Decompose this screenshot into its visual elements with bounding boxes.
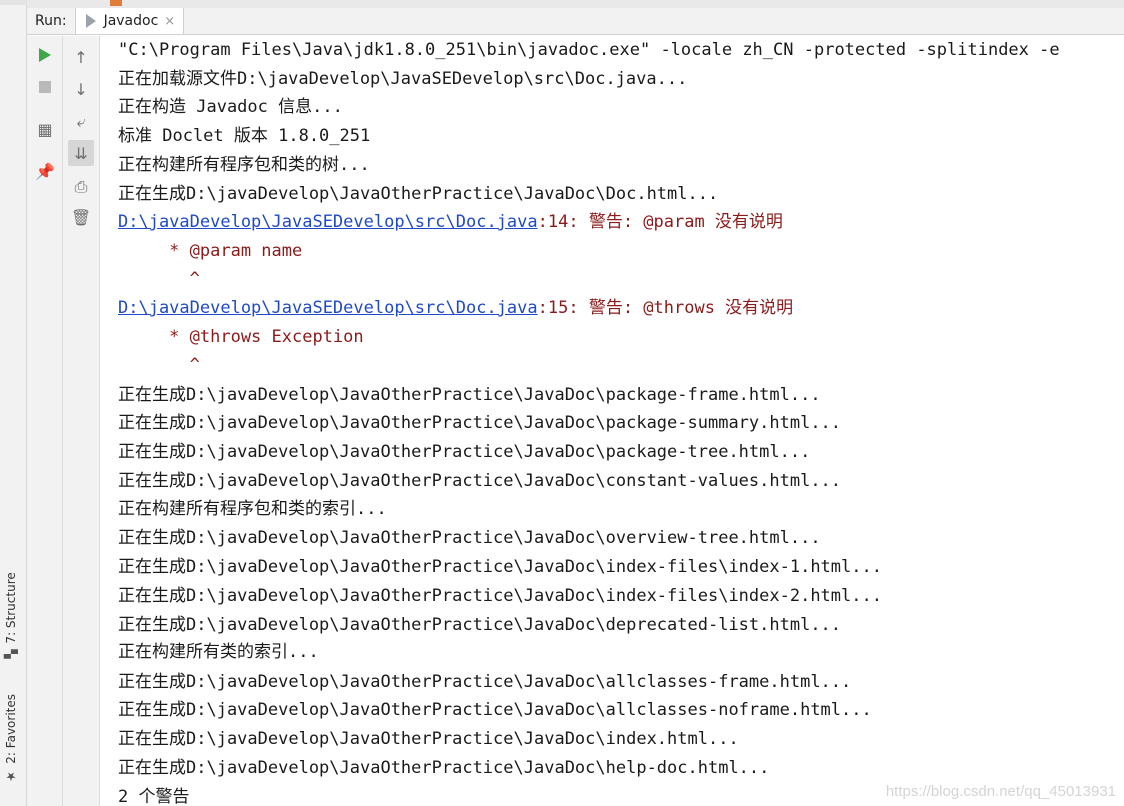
watermark: https://blog.csdn.net/qq_45013931 (885, 783, 1116, 800)
scroll-to-end-button[interactable]: ⇊ (68, 140, 94, 166)
console-line: 正在生成D:\javaDevelop\JavaOtherPractice\Jav… (118, 700, 872, 720)
console-line: 正在生成D:\javaDevelop\JavaOtherPractice\Jav… (118, 758, 770, 778)
run-config-icon (85, 14, 96, 28)
console-line: 正在生成D:\javaDevelop\JavaOtherPractice\Jav… (118, 586, 882, 606)
warning-line: D:\javaDevelop\JavaSEDevelop\src\Doc.jav… (118, 212, 783, 232)
soft-wrap-button[interactable]: ⤶ (68, 109, 94, 135)
star-icon: ★ (4, 769, 18, 784)
scroll-down-button[interactable]: ↓ (68, 76, 94, 102)
console-line: 正在构建所有程序包和类的索引... (118, 499, 387, 519)
warning-caret: ^ (118, 269, 200, 289)
print-icon: ⎙ (74, 177, 88, 196)
console-line: 2 个警告 (118, 787, 190, 806)
scroll-up-button[interactable]: ↑ (68, 44, 94, 70)
console-line: 正在生成D:\javaDevelop\JavaOtherPractice\Jav… (118, 184, 719, 204)
console-line: 正在构建所有程序包和类的树... (118, 155, 370, 175)
run-label: Run: (35, 13, 67, 29)
top-window-bar (27, 0, 1124, 8)
console-output[interactable]: "C:\Program Files\Java\jdk1.8.0_251\bin\… (100, 36, 1124, 806)
clear-button[interactable]: 🗑 (68, 204, 94, 230)
console-line: 正在生成D:\javaDevelop\JavaOtherPractice\Jav… (118, 557, 882, 577)
console-line: 正在生成D:\javaDevelop\JavaOtherPractice\Jav… (118, 729, 739, 749)
strip-top-tab (0, 0, 27, 5)
pin-icon: 📌 (35, 161, 55, 181)
console-line: 正在构建所有类的索引... (118, 642, 319, 662)
close-icon[interactable]: × (164, 14, 175, 29)
console-line: 正在构造 Javadoc 信息... (118, 97, 343, 117)
warning-text: :15: 警告: @throws 没有说明 (537, 298, 794, 318)
favorites-tool-tab[interactable]: ★ 2: Favorites (4, 694, 18, 784)
structure-tool-tab[interactable]: ▚ 7: Structure (4, 572, 18, 659)
console-line: 正在生成D:\javaDevelop\JavaOtherPractice\Jav… (118, 528, 821, 548)
arrow-up-icon: ↑ (74, 47, 88, 67)
warning-detail: * @param name (118, 241, 303, 261)
console-line: 正在生成D:\javaDevelop\JavaOtherPractice\Jav… (118, 442, 811, 462)
console-line: 正在生成D:\javaDevelop\JavaOtherPractice\Jav… (118, 471, 842, 491)
trash-icon: 🗑 (70, 207, 92, 227)
warning-line: D:\javaDevelop\JavaSEDevelop\src\Doc.jav… (118, 298, 793, 318)
console-line: 正在加载源文件D:\javaDevelop\JavaSEDevelop\src\… (118, 69, 688, 89)
left-tool-strip: ▚ 7: Structure ★ 2: Favorites (0, 0, 27, 806)
print-button[interactable]: ⎙ (68, 174, 94, 200)
tab-javadoc-label: Javadoc (103, 13, 159, 29)
play-icon (39, 48, 51, 62)
run-toolbar-primary: ▦ 📌 (27, 36, 63, 806)
rerun-button[interactable] (32, 42, 58, 68)
structure-icon: ▚ (4, 649, 18, 659)
source-link[interactable]: D:\javaDevelop\JavaSEDevelop\src\Doc.jav… (118, 212, 538, 232)
tab-javadoc[interactable]: Javadoc × (74, 8, 185, 34)
console-line: 正在生成D:\javaDevelop\JavaOtherPractice\Jav… (118, 672, 852, 692)
console-line: 正在生成D:\javaDevelop\JavaOtherPractice\Jav… (118, 413, 842, 433)
pin-button[interactable]: 📌 (32, 158, 58, 184)
layout-icon: ▦ (37, 119, 53, 139)
layout-button[interactable]: ▦ (32, 116, 58, 142)
console-line: 正在生成D:\javaDevelop\JavaOtherPractice\Jav… (118, 615, 842, 635)
stop-button[interactable] (32, 74, 58, 100)
console-line: 正在生成D:\javaDevelop\JavaOtherPractice\Jav… (118, 385, 821, 405)
warning-caret: ^ (118, 355, 200, 375)
warning-detail: * @throws Exception (118, 327, 364, 347)
arrow-down-icon: ↓ (74, 79, 88, 99)
console-line: 标准 Doclet 版本 1.8.0_251 (118, 126, 371, 146)
source-link[interactable]: D:\javaDevelop\JavaSEDevelop\src\Doc.jav… (118, 298, 538, 318)
soft-wrap-icon: ⤶ (76, 112, 86, 131)
favorites-tab-label: 2: Favorites (4, 694, 18, 764)
run-toolbar-secondary: ↑ ↓ ⤶ ⇊ ⎙ 🗑 (63, 36, 100, 806)
warning-text: :14: 警告: @param 没有说明 (537, 212, 783, 232)
run-tool-header: Run: Javadoc × (27, 8, 1124, 35)
console-line: "C:\Program Files\Java\jdk1.8.0_251\bin\… (118, 40, 1060, 60)
structure-tab-label: 7: Structure (4, 572, 18, 644)
stop-icon (39, 81, 51, 93)
scroll-to-end-icon: ⇊ (74, 143, 88, 163)
file-icon (110, 0, 122, 6)
